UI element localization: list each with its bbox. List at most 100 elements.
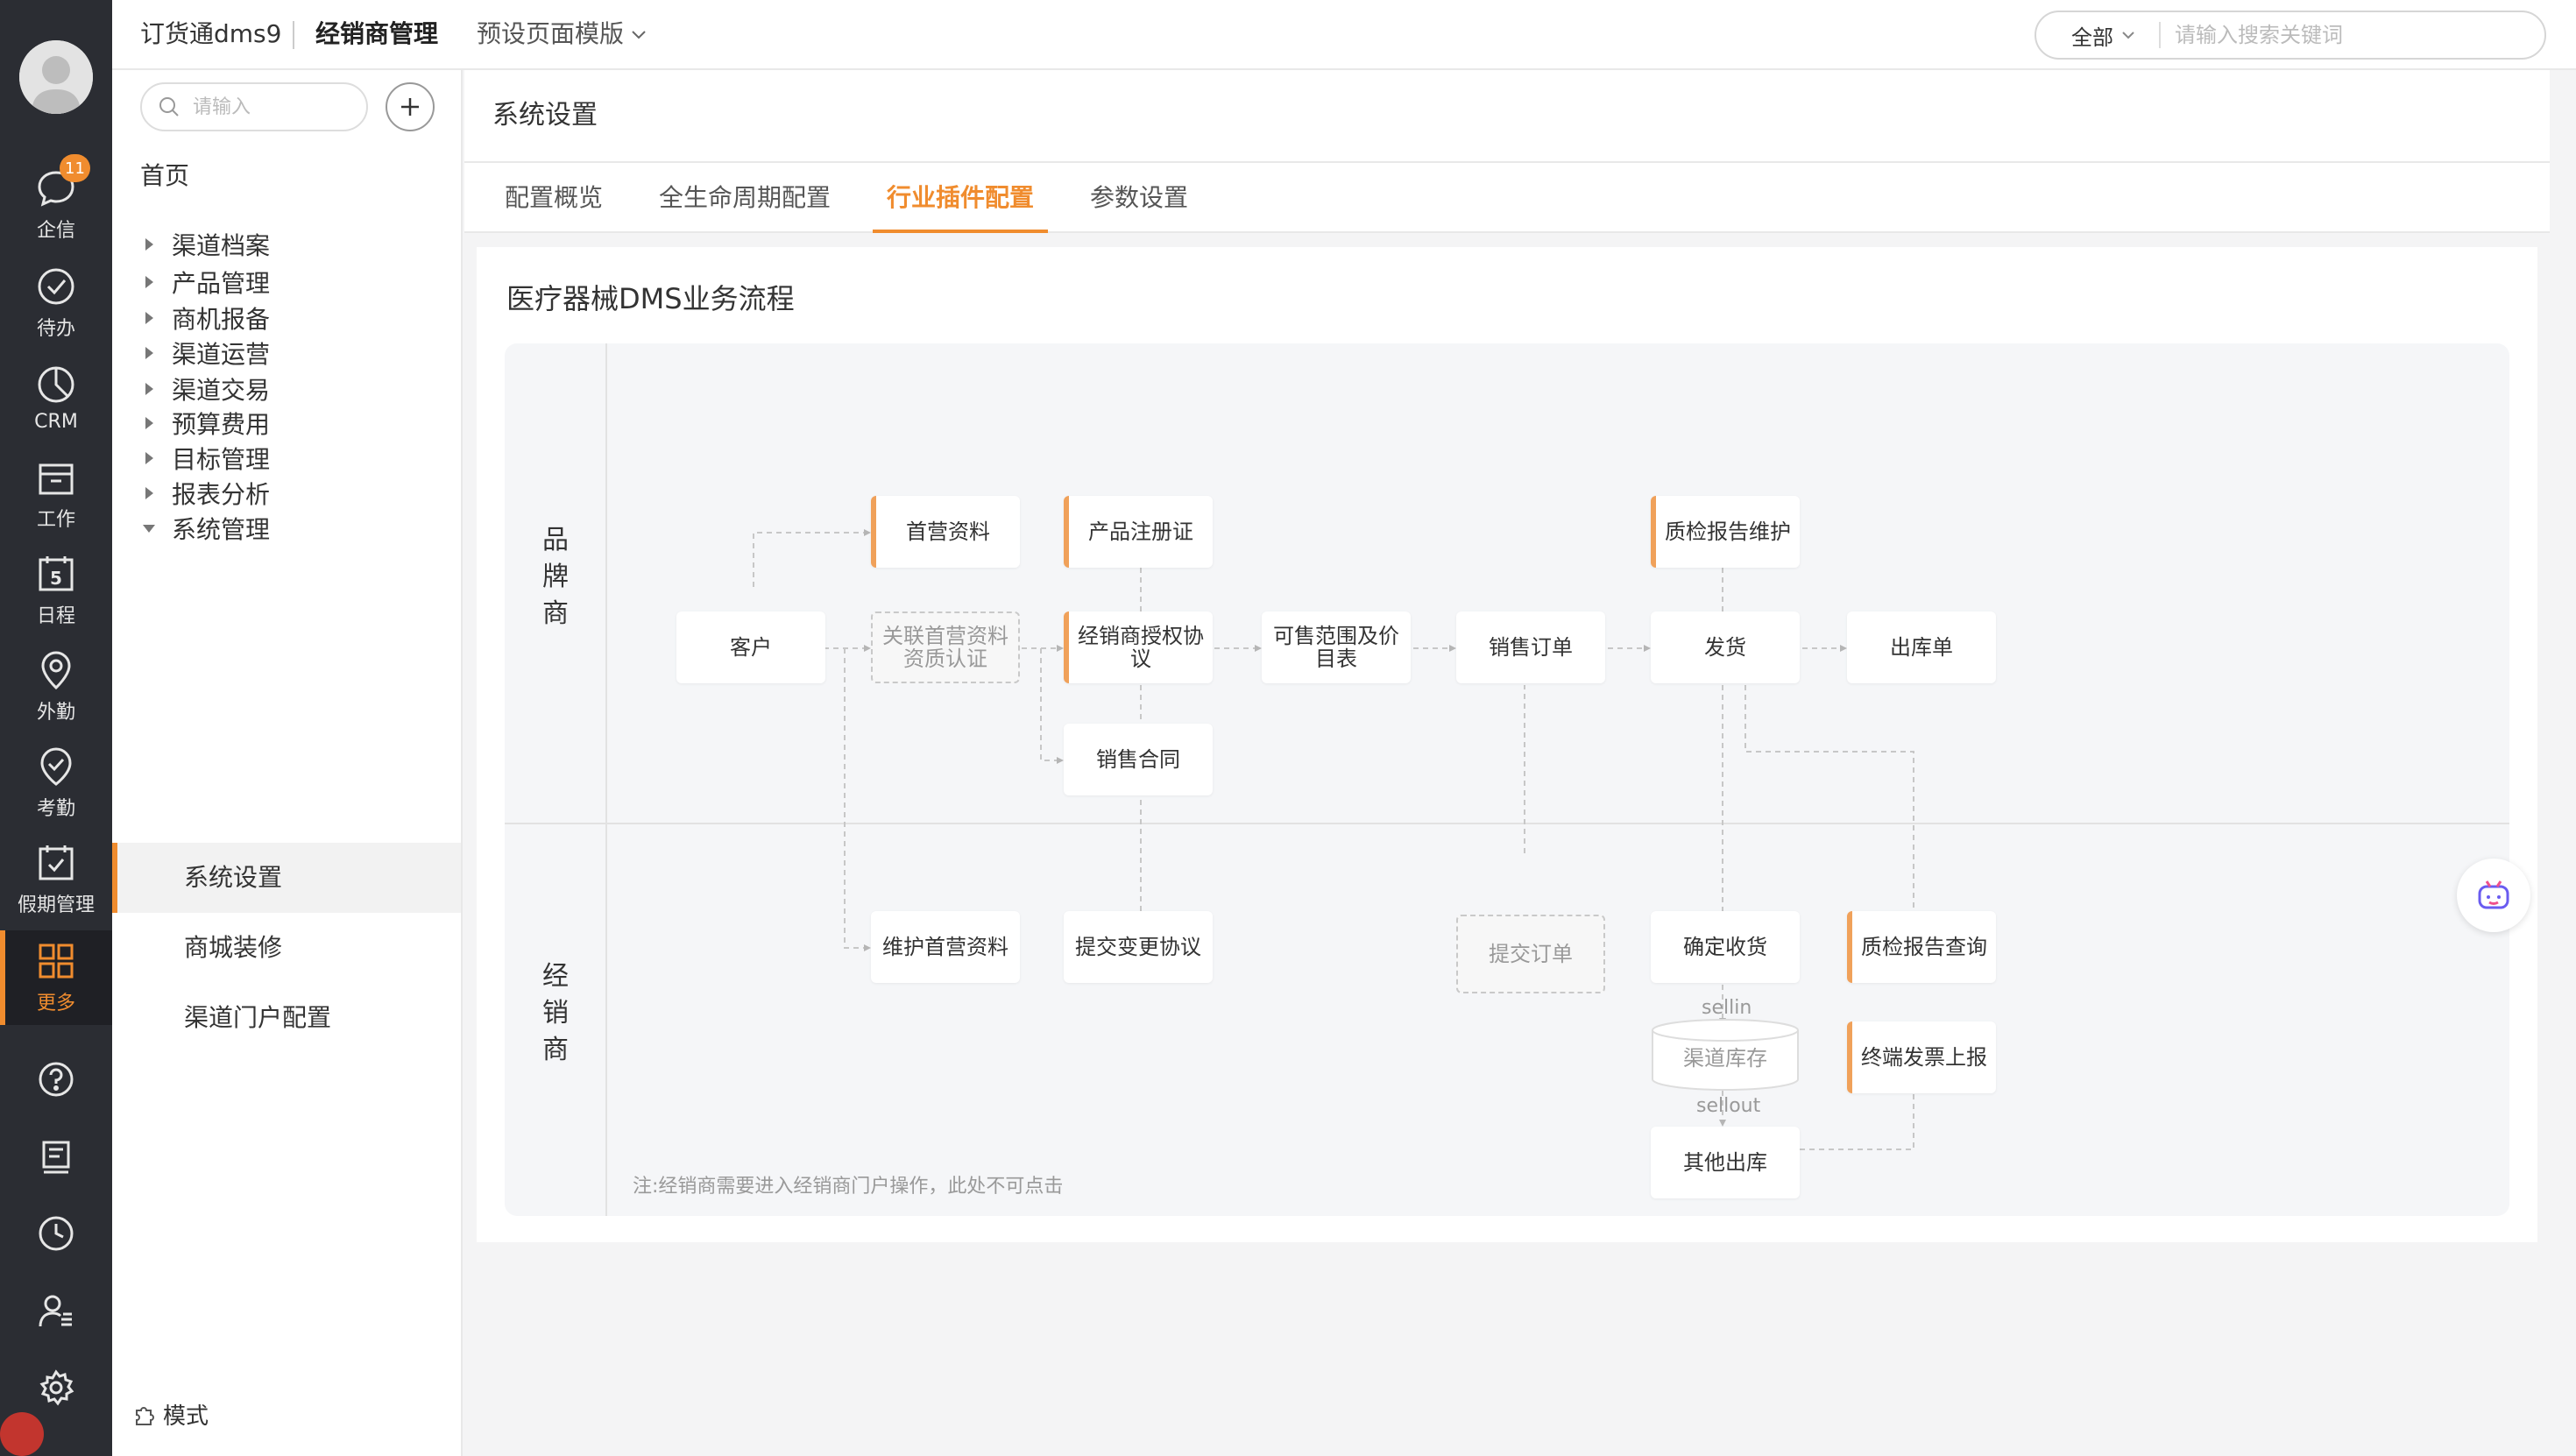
node-sales-order[interactable]: 销售订单 <box>1456 611 1605 683</box>
template-label: 预设页面模版 <box>477 19 625 48</box>
flow-title: 医疗器械DMS业务流程 <box>506 282 795 315</box>
nav-group-label: 系统管理 <box>172 515 271 544</box>
nav-group-system[interactable]: 系统管理 <box>140 506 270 550</box>
rail-item-leave[interactable]: 假期管理 <box>0 832 112 927</box>
badge-check-icon <box>40 747 72 786</box>
page-header: 系统设置 <box>464 70 2550 163</box>
node-ship[interactable]: 发货 <box>1651 611 1800 683</box>
caret-right-icon <box>145 487 153 499</box>
tab-overview[interactable]: 配置概览 <box>505 163 603 231</box>
secondary-nav: 首页 渠道档案 产品管理 商机报备 渠道运营 渠道交易 预算费用 目标管理 报表… <box>112 70 463 1456</box>
nav-item-system-settings[interactable]: 系统设置 <box>112 843 461 913</box>
node-first-data[interactable]: 首营资料 <box>871 496 1020 568</box>
search-icon <box>159 97 179 117</box>
rail-item-todo[interactable]: 待办 <box>0 256 112 350</box>
flow-canvas: 品 牌 商 经 销 商 客户 首营资料 关联首营资料资质认证 产品注册证 经销商… <box>505 343 2509 1216</box>
robot-icon <box>2478 880 2509 909</box>
node-dealer-auth[interactable]: 经销商授权协议 <box>1064 611 1213 683</box>
flow-connectors <box>505 343 2509 1216</box>
assistant-bot-button[interactable] <box>2457 859 2530 932</box>
rail-label: 外勤 <box>36 702 75 724</box>
caret-right-icon <box>145 347 153 359</box>
rail-item-work[interactable]: 工作 <box>0 447 112 541</box>
node-sale-scope[interactable]: 可售范围及价目表 <box>1262 611 1411 683</box>
calendar-day: 5 <box>50 568 62 589</box>
plus-icon <box>401 98 419 116</box>
nav-search-input[interactable] <box>193 95 350 118</box>
node-maintain-first: 维护首营资料 <box>871 911 1020 983</box>
flow-card: 医疗器械DMS业务流程 品 牌 商 经 销 商 客户 首营资料 关联首营资料资质… <box>477 247 2537 1242</box>
nav-group-label: 商机报备 <box>172 305 271 334</box>
header-divider <box>293 21 294 49</box>
briefcase-icon <box>39 463 74 495</box>
rail-label: 企信 <box>36 220 75 242</box>
nav-group-label: 目标管理 <box>172 445 271 474</box>
caret-right-icon <box>145 383 153 395</box>
user-avatar[interactable] <box>19 40 93 114</box>
rail-item-crm[interactable]: CRM <box>0 350 112 445</box>
rail-label: 假期管理 <box>17 894 95 916</box>
app-rail: 企信 11 待办 CRM 工作 5 日程 外勤 考勤 假期管理 更多 <box>0 0 112 1456</box>
rail-item-more[interactable]: 更多 <box>0 930 112 1025</box>
node-customer[interactable]: 客户 <box>676 611 825 683</box>
node-sales-contract[interactable]: 销售合同 <box>1064 724 1213 795</box>
main-content: 系统设置 配置概览 全生命周期配置 行业插件配置 参数设置 医疗器械DMS业务流… <box>464 70 2576 1456</box>
rail-item-calendar[interactable]: 5 日程 <box>0 543 112 638</box>
rail-label: 工作 <box>36 509 75 531</box>
lane-brand: 品 牌 商 <box>542 525 569 629</box>
rail-item-attendance[interactable]: 考勤 <box>0 736 112 830</box>
node-other-outbound: 其他出库 <box>1651 1127 1800 1198</box>
node-qc-query: 质检报告查询 <box>1847 911 1996 983</box>
help-icon[interactable] <box>33 1057 79 1102</box>
nav-item-store-decoration[interactable]: 商城装修 <box>112 913 461 983</box>
node-channel-stock: 渠道库存 <box>1651 1018 1800 1092</box>
caret-right-icon <box>145 238 153 251</box>
caret-right-icon <box>145 452 153 464</box>
puzzle-icon <box>136 1406 154 1425</box>
node-qc-maintain[interactable]: 质检报告维护 <box>1651 496 1800 568</box>
search-scope-label: 全部 <box>2071 25 2113 50</box>
tab-lifecycle[interactable]: 全生命周期配置 <box>659 163 831 231</box>
check-circle-icon <box>38 268 74 305</box>
nav-home[interactable]: 首页 <box>140 154 189 198</box>
unread-badge: 11 <box>60 154 90 182</box>
global-search: 全部 <box>2035 11 2546 60</box>
rail-label: 日程 <box>36 605 75 627</box>
rail-item-field[interactable]: 外勤 <box>0 640 112 734</box>
app-name[interactable]: 订货通dms9 <box>140 0 281 68</box>
caret-right-icon <box>145 312 153 324</box>
rail-label: CRM <box>34 410 78 433</box>
node-product-reg[interactable]: 产品注册证 <box>1064 496 1213 568</box>
channel-stock-label: 渠道库存 <box>1683 1046 1767 1071</box>
flow-note: 注:经销商需要进入经销商门户操作，此处不可点击 <box>633 1176 1064 1198</box>
tab-industry-plugin[interactable]: 行业插件配置 <box>872 163 1049 233</box>
mode-switch[interactable]: 模式 <box>131 1398 209 1431</box>
pie-chart-icon <box>38 366 74 402</box>
nav-item-portal-config[interactable]: 渠道门户配置 <box>112 983 461 1053</box>
user-settings-icon[interactable] <box>33 1288 79 1333</box>
tab-params[interactable]: 参数设置 <box>1090 163 1188 231</box>
tab-bar: 配置概览 全生命周期配置 行业插件配置 参数设置 <box>464 163 2550 233</box>
caret-right-icon <box>145 417 153 429</box>
location-pin-icon <box>41 651 71 690</box>
grid-icon <box>39 944 74 979</box>
calendar-icon: 5 <box>39 556 74 591</box>
status-dot <box>0 1412 44 1456</box>
nav-group-label: 报表分析 <box>172 480 271 509</box>
node-outbound[interactable]: 出库单 <box>1847 611 1996 683</box>
node-submit-order: 提交订单 <box>1456 915 1605 993</box>
chevron-down-icon <box>632 31 646 39</box>
rail-item-messages[interactable]: 企信 <box>0 158 112 252</box>
gear-icon[interactable] <box>33 1365 79 1410</box>
nav-group-label: 渠道档案 <box>172 231 271 260</box>
module-title: 经销商管理 <box>315 19 439 48</box>
add-button[interactable] <box>386 82 435 131</box>
search-scope-select[interactable]: 全部 <box>2036 20 2159 51</box>
edge-label-sellin: sellin <box>1702 997 1752 1019</box>
node-terminal-invoice: 终端发票上报 <box>1847 1021 1996 1093</box>
clock-icon[interactable] <box>33 1211 79 1256</box>
global-search-input[interactable] <box>2161 23 2544 47</box>
lane-dealer: 经 销 商 <box>542 961 569 1065</box>
template-dropdown[interactable]: 预设页面模版 <box>477 0 648 68</box>
document-icon[interactable] <box>33 1134 79 1179</box>
